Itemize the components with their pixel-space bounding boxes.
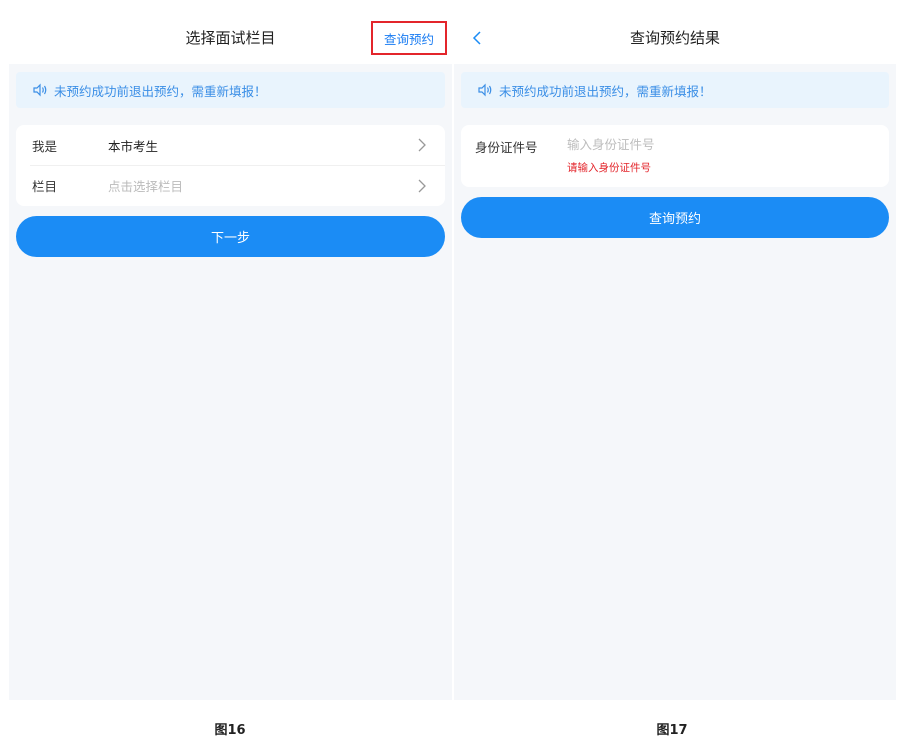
page-title: 查询预约结果 [629,29,720,47]
figure-caption-right: 图17 [656,723,688,738]
candidate-type-value: 本市考生 [108,138,159,154]
speaker-icon [477,83,493,97]
speaker-icon [32,83,48,97]
category-label: 栏目 [32,179,58,194]
left-screen: 选择面试栏目 查询预约 未预约成功前退出预约，需重新填报！ 我是 本市考生 栏目… [9,0,452,700]
category-placeholder: 点击选择栏目 [108,179,184,194]
chevron-right-icon [417,138,427,152]
query-appointment-button[interactable]: 查询预约 [461,197,889,238]
id-number-form: 身份证件号 请输入身份证件号 [461,125,889,187]
notice-text: 未预约成功前退出预约，需重新填报！ [499,83,712,99]
notice-text: 未预约成功前退出预约，需重新填报！ [54,83,267,99]
id-number-error: 请输入身份证件号 [567,162,651,174]
right-screen: 查询预约结果 未预约成功前退出预约，需重新填报！ 身份证件号 请输入身份证件号 … [454,0,896,700]
query-appointment-link[interactable]: 查询预约 [371,21,447,55]
next-step-button[interactable]: 下一步 [16,216,445,257]
candidate-type-row[interactable]: 我是 本市考生 [16,125,445,165]
id-number-input[interactable] [567,137,867,152]
notice-bar: 未预约成功前退出预约，需重新填报！ [461,72,889,108]
chevron-right-icon [417,179,427,193]
left-header: 选择面试栏目 查询预约 [9,0,452,64]
right-header: 查询预约结果 [454,0,896,64]
figure-caption-left: 图16 [214,723,246,738]
id-number-label: 身份证件号 [475,140,538,155]
candidate-type-label: 我是 [32,138,58,154]
notice-bar: 未预约成功前退出预约，需重新填报！ [16,72,445,108]
category-row[interactable]: 栏目 点击选择栏目 [30,165,445,205]
selection-form: 我是 本市考生 栏目 点击选择栏目 [16,125,445,206]
